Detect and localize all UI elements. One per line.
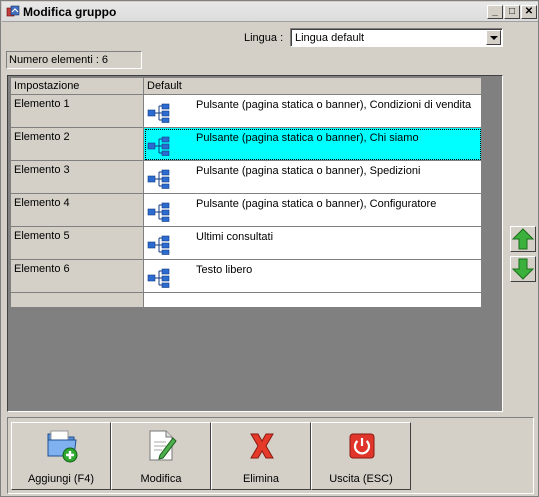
bottom-toolbar: Aggiungi (F4) Modifica Elimina Uscita (E… — [7, 417, 534, 494]
new-row[interactable] — [10, 292, 482, 308]
table-row[interactable]: Elemento 1 Pulsante (pagina statica o ban… — [10, 94, 482, 128]
row-setting-name[interactable]: Elemento 5 — [10, 226, 144, 260]
new-row-setting-cell[interactable] — [10, 292, 144, 308]
row-value-text: Pulsante (pagina statica o banner), Chi … — [196, 132, 419, 144]
tree-structure-icon — [147, 235, 170, 255]
language-label: Lingua : — [244, 32, 284, 44]
tree-structure-icon — [147, 136, 170, 156]
row-value-text: Pulsante (pagina statica o banner), Cond… — [196, 99, 472, 111]
window-title: Modifica gruppo — [23, 5, 117, 19]
edit-document-icon — [149, 430, 177, 461]
tree-structure-icon — [147, 202, 170, 222]
add-button[interactable]: Aggiungi (F4) — [11, 422, 111, 490]
settings-grid-area[interactable]: Impostazione Default Elemento 1 Pulsante … — [7, 75, 503, 412]
close-button[interactable]: ✕ — [521, 5, 537, 19]
row-default-value[interactable]: Pulsante (pagina statica o banner), Conf… — [143, 193, 482, 227]
row-setting-name[interactable]: Elemento 3 — [10, 160, 144, 194]
arrow-down-icon — [511, 258, 535, 280]
row-default-value[interactable]: Pulsante (pagina statica o banner), Chi … — [143, 127, 482, 161]
new-row-value-cell[interactable] — [143, 292, 482, 308]
row-default-value[interactable]: Pulsante (pagina statica o banner), Cond… — [143, 94, 482, 128]
table-row[interactable]: Elemento 6 Testo libero — [10, 259, 482, 293]
row-default-value[interactable]: Testo libero — [143, 259, 482, 293]
edit-button-label: Modifica — [140, 473, 182, 485]
table-row[interactable]: Elemento 5 Ultimi consultati — [10, 226, 482, 260]
chevron-down-icon[interactable] — [486, 30, 501, 45]
row-value-text: Pulsante (pagina statica o banner), Sped… — [196, 165, 421, 177]
delete-button[interactable]: Elimina — [211, 422, 311, 490]
row-setting-name[interactable]: Elemento 4 — [10, 193, 144, 227]
language-select-value: Lingua default — [295, 32, 365, 44]
edit-button[interactable]: Modifica — [111, 422, 211, 490]
settings-grid: Impostazione Default Elemento 1 Pulsante … — [10, 77, 482, 308]
app-icon — [6, 5, 20, 17]
move-up-button[interactable] — [510, 226, 536, 252]
add-folder-icon — [47, 430, 78, 463]
add-button-label: Aggiungi (F4) — [27, 473, 95, 485]
delete-button-label: Elimina — [242, 473, 280, 485]
tree-structure-icon — [147, 268, 170, 288]
delete-x-icon — [250, 433, 274, 459]
row-value-text: Ultimi consultati — [196, 231, 274, 243]
tree-structure-icon — [147, 103, 170, 123]
exit-button-label: Uscita (ESC) — [329, 473, 393, 485]
column-header-default[interactable]: Default — [143, 77, 482, 95]
row-default-value[interactable]: Pulsante (pagina statica o banner), Sped… — [143, 160, 482, 194]
row-setting-name[interactable]: Elemento 1 — [10, 94, 144, 128]
move-down-button[interactable] — [510, 256, 536, 282]
minimize-button[interactable]: _ — [487, 5, 503, 19]
row-setting-name[interactable]: Elemento 6 — [10, 259, 144, 293]
title-bar[interactable]: Modifica gruppo _ □ ✕ — [2, 2, 538, 22]
maximize-button[interactable]: □ — [504, 5, 520, 19]
row-default-value[interactable]: Ultimi consultati — [143, 226, 482, 260]
power-icon — [349, 433, 375, 459]
table-row[interactable]: Elemento 3 Pulsante (pagina statica o ban… — [10, 160, 482, 194]
table-row[interactable]: Elemento 2 Pulsante (pagina statica o ban… — [10, 127, 482, 161]
table-row[interactable]: Elemento 4 Pulsante (pagina statica o ban… — [10, 193, 482, 227]
row-value-text: Testo libero — [196, 264, 253, 276]
arrow-up-icon — [511, 228, 535, 250]
modify-group-window: Modifica gruppo _ □ ✕ Lingua : Lingua de… — [0, 0, 539, 497]
element-count: Numero elementi : 6 — [6, 51, 142, 69]
column-header-setting[interactable]: Impostazione — [10, 77, 144, 95]
language-select[interactable]: Lingua default — [290, 28, 503, 47]
row-value-text: Pulsante (pagina statica o banner), Conf… — [196, 198, 437, 210]
exit-button[interactable]: Uscita (ESC) — [311, 422, 411, 490]
element-count-label: Numero elementi : 6 — [9, 54, 109, 66]
tree-structure-icon — [147, 169, 170, 189]
row-setting-name[interactable]: Elemento 2 — [10, 127, 144, 161]
